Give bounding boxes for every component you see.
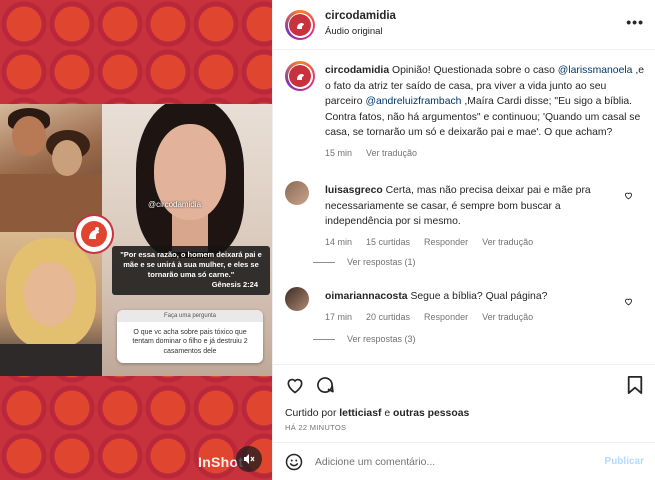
reply-button[interactable]: Responder	[424, 237, 468, 247]
post-header: circodamidia Áudio original •••	[273, 0, 655, 50]
post-side-panel: circodamidia Áudio original ••• circodam…	[272, 0, 655, 480]
liked-by-suffix: e	[381, 408, 394, 419]
comment-likes[interactable]: 15 curtidas	[366, 237, 410, 247]
heart-icon	[625, 192, 632, 200]
post-time-ago: HÁ 22 MINUTOS	[285, 423, 347, 432]
see-translation-link[interactable]: Ver tradução	[366, 148, 417, 158]
audio-muted-button[interactable]	[236, 446, 262, 472]
save-post-button[interactable]	[626, 375, 644, 400]
comment-time: 17 min	[325, 311, 353, 322]
question-sticker: Faça uma pergunta O que vc acha sobre pa…	[117, 310, 263, 364]
view-replies-button[interactable]: Ver respostas (3)	[313, 334, 416, 344]
comment-text: oimariannacosta Segue a bíblia? Qual pág…	[325, 289, 625, 324]
like-post-button[interactable]	[285, 375, 305, 400]
add-comment-bar: Publicar	[273, 442, 655, 480]
view-replies-label: Ver respostas (3)	[347, 334, 416, 344]
bible-quote-ref: Gênesis 2:24	[211, 280, 258, 290]
emoji-button[interactable]	[285, 453, 303, 476]
speaker-muted-icon	[244, 454, 255, 464]
photo-blonde-woman	[0, 232, 102, 376]
comment-username[interactable]: oimariannacosta	[325, 291, 408, 302]
comment-likes[interactable]: 20 curtidas	[366, 312, 410, 322]
comment-text: luisasgreco Certa, mas não precisa deixa…	[325, 183, 625, 249]
publish-comment-button[interactable]: Publicar	[605, 456, 644, 467]
like-comment-button[interactable]	[624, 293, 633, 311]
author-avatar[interactable]	[285, 10, 315, 40]
see-translation-link[interactable]: Ver tradução	[482, 237, 533, 247]
question-sticker-text: O que vc acha sobre pais tóxico que tent…	[132, 329, 248, 355]
author-username[interactable]: circodamidia	[325, 10, 396, 22]
bookmark-icon	[627, 376, 643, 394]
comment-body: Segue a bíblia? Qual página?	[407, 291, 548, 302]
original-audio-link[interactable]: Áudio original	[325, 26, 383, 37]
comment-time: 14 min	[325, 236, 353, 247]
media-collage: @circodamidia "Por essa razão, o homem d…	[0, 104, 272, 376]
circodamidia-logo	[76, 216, 112, 252]
view-replies-label: Ver respostas (1)	[347, 257, 416, 267]
caption-text-part: Opinião! Questionada sobre o caso	[389, 65, 558, 76]
comment-input[interactable]	[315, 451, 595, 473]
caption-meta: 15 min Ver tradução	[325, 147, 645, 161]
liked-by-user[interactable]: letticiasf	[339, 408, 381, 419]
reply-button[interactable]: Responder	[424, 312, 468, 322]
comment-meta: 17 min 20 curtidas Responder Ver tradução	[325, 311, 625, 325]
caption-author-avatar[interactable]	[285, 61, 315, 91]
view-replies-button[interactable]: Ver respostas (1)	[313, 257, 416, 267]
emoji-icon	[285, 453, 303, 471]
mention-link[interactable]: @andreluizframbach	[365, 96, 461, 107]
see-translation-link[interactable]: Ver tradução	[482, 312, 533, 322]
comment-button[interactable]	[315, 375, 335, 400]
post-action-bar	[273, 364, 655, 404]
comments-section[interactable]: circodamidia Opinião! Questionada sobre …	[273, 51, 655, 363]
like-comment-button[interactable]	[624, 187, 633, 205]
caption-time: 15 min	[325, 148, 353, 159]
heart-icon	[287, 378, 303, 394]
heart-icon	[625, 298, 632, 306]
mention-link[interactable]: @larissmanoela	[558, 65, 633, 76]
post-media[interactable]: @circodamidia "Por essa razão, o homem d…	[0, 0, 272, 480]
comment-bubble-icon	[317, 377, 334, 393]
commenter-avatar[interactable]	[285, 287, 309, 311]
question-sticker-header: Faça uma pergunta	[117, 310, 263, 322]
bible-quote-text: "Por essa razão, o homem deixará pai e m…	[120, 250, 262, 280]
caption-username[interactable]: circodamidia	[325, 65, 389, 76]
caption-text: circodamidia Opinião! Questionada sobre …	[325, 63, 645, 161]
media-handle-tag: @circodamidia	[148, 200, 202, 209]
liked-by-summary: Curtido por letticiasf e outras pessoas	[285, 408, 469, 419]
comment-meta: 14 min 15 curtidas Responder Ver tradução	[325, 236, 625, 250]
bible-quote: "Por essa razão, o homem deixará pai e m…	[112, 246, 270, 295]
commenter-avatar[interactable]	[285, 181, 309, 205]
liked-by-prefix: Curtido por	[285, 408, 340, 419]
comment-username[interactable]: luisasgreco	[325, 185, 383, 196]
photo-couple	[0, 104, 102, 232]
more-options-icon[interactable]: •••	[626, 14, 644, 30]
liked-by-others-link[interactable]: outras pessoas	[393, 408, 469, 419]
